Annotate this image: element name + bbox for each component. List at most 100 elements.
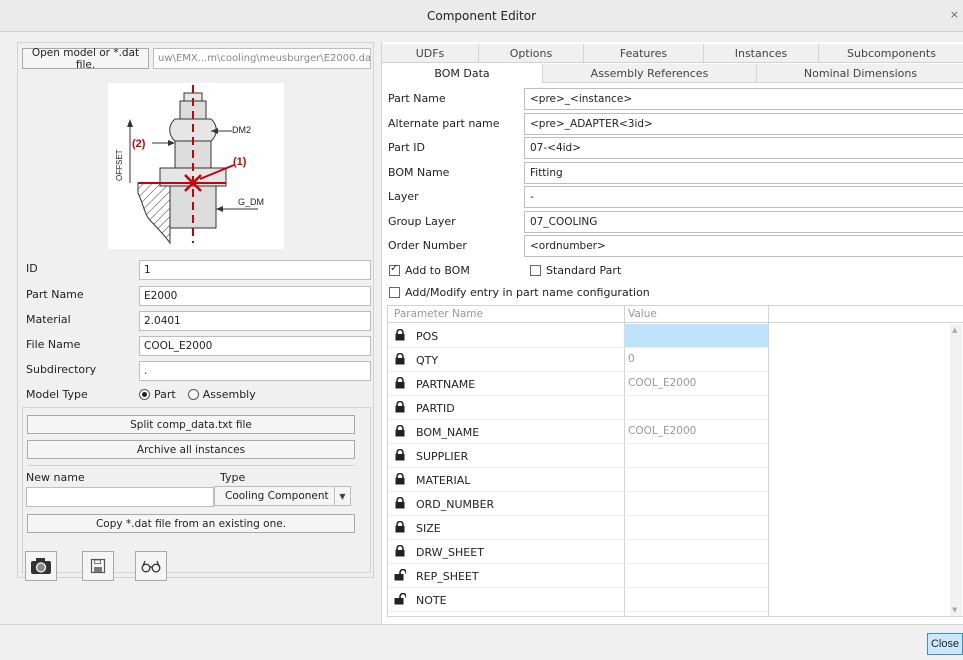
tab-assembly-references[interactable]: Assembly References bbox=[543, 64, 757, 83]
unlock-icon[interactable] bbox=[394, 568, 407, 584]
parameter-value[interactable] bbox=[624, 588, 768, 611]
id-label: ID bbox=[26, 262, 38, 275]
table-row[interactable]: SUPPLIER bbox=[388, 444, 768, 468]
model-type-radio-group: Part Assembly bbox=[139, 388, 256, 401]
scroll-up-icon[interactable]: ▲ bbox=[952, 326, 957, 334]
parameter-value[interactable] bbox=[624, 492, 768, 515]
lock-icon[interactable] bbox=[394, 376, 406, 392]
file-path-field[interactable]: uw\EMX...m\cooling\meusburger\E2000.dat bbox=[153, 48, 371, 69]
lock-icon[interactable] bbox=[394, 448, 406, 464]
header-value: Value bbox=[628, 308, 657, 320]
add-modify-label: Add/Modify entry in part name configurat… bbox=[405, 286, 650, 299]
parameter-value[interactable] bbox=[624, 540, 768, 563]
parameter-value[interactable] bbox=[624, 468, 768, 491]
table-row[interactable]: ORD_NUMBER bbox=[388, 492, 768, 516]
lock-icon[interactable] bbox=[394, 352, 406, 368]
tab-options[interactable]: Options bbox=[479, 44, 584, 63]
group-layer-field[interactable]: 07_COOLING bbox=[524, 211, 963, 233]
parameter-value[interactable] bbox=[624, 444, 768, 467]
archive-instances-button[interactable]: Archive all instances bbox=[27, 440, 355, 459]
material-field[interactable]: 2.0401 bbox=[139, 311, 371, 331]
open-model-button[interactable]: Open model or *.dat file. bbox=[22, 47, 149, 71]
alternate-part-name-row: Alternate part name <pre>_ADAPTER<3id> bbox=[382, 113, 963, 135]
file-name-field[interactable]: COOL_E2000 bbox=[139, 336, 371, 356]
id-field[interactable]: 1 bbox=[139, 260, 371, 280]
table-row[interactable]: QTY 0 bbox=[388, 348, 768, 372]
parameter-value[interactable] bbox=[624, 564, 768, 587]
tab-udfs[interactable]: UDFs bbox=[382, 44, 479, 63]
table-row[interactable]: DRW_SHEET bbox=[388, 540, 768, 564]
camera-button[interactable] bbox=[25, 551, 57, 581]
radio-assembly[interactable] bbox=[187, 389, 199, 400]
g-dm-label: G_DM bbox=[238, 197, 264, 207]
add-to-bom-option: Add to BOM bbox=[389, 263, 470, 277]
new-name-input[interactable] bbox=[26, 487, 214, 507]
lock-icon[interactable] bbox=[394, 520, 406, 536]
tab-instances[interactable]: Instances bbox=[704, 44, 819, 63]
layer-field[interactable]: - bbox=[524, 186, 963, 208]
parameter-value[interactable] bbox=[624, 396, 768, 419]
radio-part[interactable] bbox=[139, 389, 150, 400]
radio-part-label: Part bbox=[154, 388, 176, 401]
lock-icon[interactable] bbox=[394, 496, 406, 512]
bom-part-name-row: Part Name <pre>_<instance> bbox=[382, 88, 963, 110]
standard-part-option: Standard Part bbox=[530, 264, 621, 277]
table-row[interactable]: SIZE bbox=[388, 516, 768, 540]
lock-icon[interactable] bbox=[394, 544, 406, 560]
glasses-icon bbox=[141, 560, 161, 573]
unlock-icon[interactable] bbox=[394, 592, 407, 608]
subdirectory-field[interactable]: . bbox=[139, 361, 371, 381]
alternate-part-name-label: Alternate part name bbox=[388, 117, 500, 130]
lock-icon[interactable] bbox=[394, 424, 406, 440]
header-parameter-name: Parameter Name bbox=[394, 308, 483, 320]
view-button[interactable] bbox=[135, 551, 167, 581]
alternate-part-name-field[interactable]: <pre>_ADAPTER<3id> bbox=[524, 113, 963, 135]
lock-icon[interactable] bbox=[394, 472, 406, 488]
bom-part-name-field[interactable]: <pre>_<instance> bbox=[524, 88, 963, 110]
dm2-label: DM2 bbox=[232, 125, 251, 135]
table-row[interactable]: BOM_NAME COOL_E2000 bbox=[388, 420, 768, 444]
left-panel: Open model or *.dat file. uw\EMX...m\coo… bbox=[17, 42, 374, 578]
table-row[interactable]: PARTID bbox=[388, 396, 768, 420]
add-to-bom-checkbox[interactable] bbox=[389, 263, 400, 276]
copy-dat-button[interactable]: Copy *.dat file from an existing one. bbox=[27, 514, 355, 533]
window-close-icon[interactable]: × bbox=[950, 8, 959, 21]
type-select[interactable]: Cooling Component ▼ bbox=[214, 486, 351, 506]
tab-nominal-dimensions[interactable]: Nominal Dimensions bbox=[757, 64, 963, 83]
parameter-table: Parameter Name Value POS QTY 0 PARTNAME COOL… bbox=[387, 305, 963, 617]
tab-row-2: BOM Data Assembly References Nominal Dim… bbox=[382, 64, 963, 83]
tab-features[interactable]: Features bbox=[584, 44, 704, 63]
tab-subcomponents[interactable]: Subcomponents bbox=[819, 44, 963, 63]
lock-icon[interactable] bbox=[394, 328, 406, 344]
camera-icon bbox=[31, 558, 51, 574]
save-button[interactable] bbox=[82, 551, 114, 581]
model-type-label: Model Type bbox=[26, 388, 88, 401]
part-name-field[interactable]: E2000 bbox=[139, 286, 371, 306]
standard-part-checkbox[interactable] bbox=[530, 265, 541, 276]
offset-label: OFFSET bbox=[115, 149, 124, 181]
parameter-value[interactable]: 0 bbox=[624, 348, 768, 371]
parameter-value[interactable]: COOL_E2000 bbox=[624, 420, 768, 443]
bom-name-field[interactable]: Fitting bbox=[524, 162, 963, 184]
table-scrollbar[interactable]: ▲ ▼ bbox=[950, 324, 962, 616]
table-row[interactable]: MATERIAL bbox=[388, 468, 768, 492]
chevron-down-icon: ▼ bbox=[334, 487, 350, 505]
part-id-field[interactable]: 07-<4id> bbox=[524, 137, 963, 159]
lock-icon[interactable] bbox=[394, 400, 406, 416]
table-row[interactable]: POS bbox=[388, 324, 768, 348]
table-row[interactable]: PARTNAME COOL_E2000 bbox=[388, 372, 768, 396]
tab-bom-data[interactable]: BOM Data bbox=[382, 64, 543, 83]
bottom-bar bbox=[0, 624, 963, 660]
table-row[interactable]: REP_SHEET bbox=[388, 564, 768, 588]
scroll-down-icon[interactable]: ▼ bbox=[952, 606, 957, 614]
standard-part-label: Standard Part bbox=[546, 264, 622, 277]
add-modify-checkbox[interactable] bbox=[389, 287, 400, 298]
close-button[interactable]: Close bbox=[927, 633, 963, 655]
split-file-button[interactable]: Split comp_data.txt file bbox=[27, 415, 355, 434]
parameter-value[interactable]: COOL_E2000 bbox=[624, 372, 768, 395]
parameter-value[interactable] bbox=[624, 516, 768, 539]
table-row[interactable]: NOTE bbox=[388, 588, 768, 612]
parameter-name: ORD_NUMBER bbox=[416, 498, 495, 511]
parameter-value[interactable] bbox=[624, 324, 768, 347]
order-number-field[interactable]: <ordnumber> bbox=[524, 235, 963, 257]
